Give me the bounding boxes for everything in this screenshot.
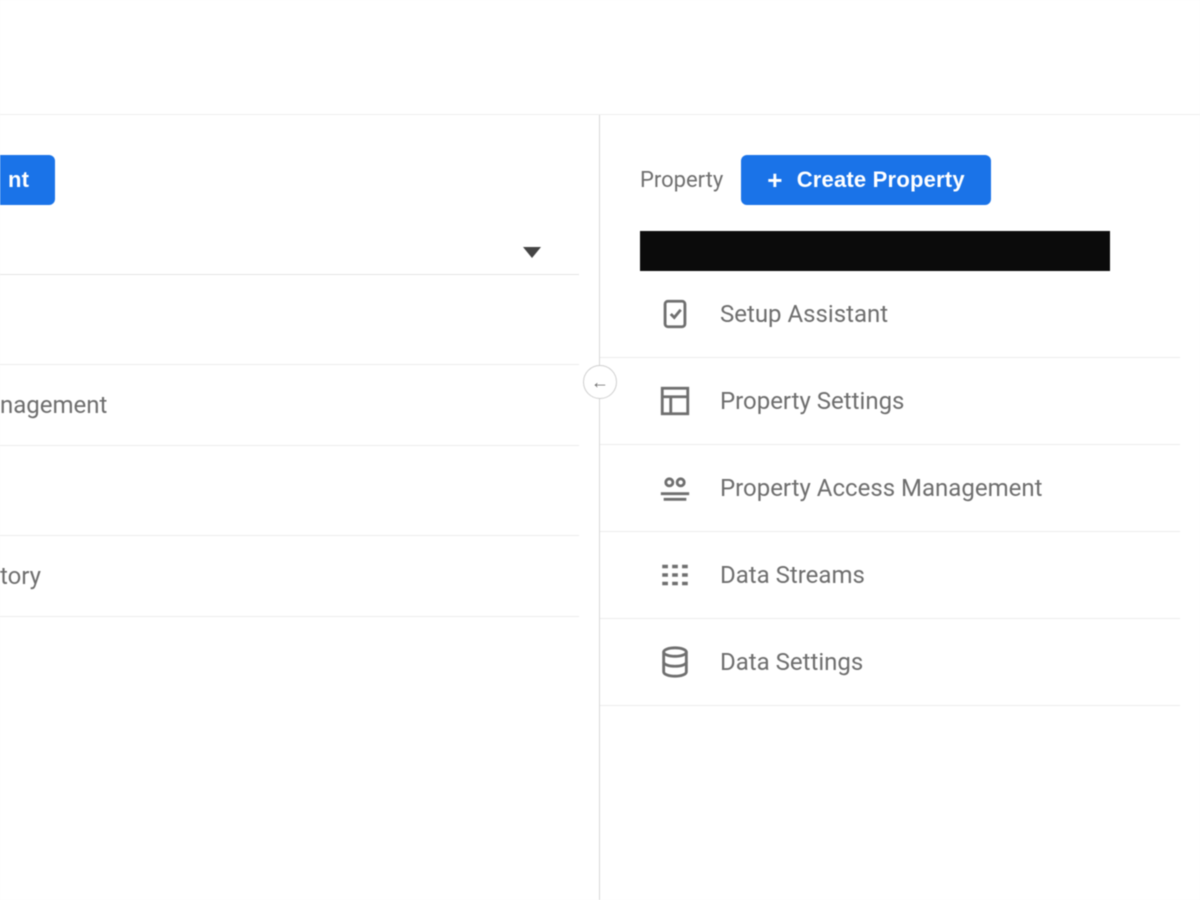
property-column-title: Property	[640, 168, 723, 193]
account-menu: nagement tory	[0, 275, 579, 617]
account-menu-item-management[interactable]: nagement	[0, 365, 579, 446]
streams-icon	[658, 558, 692, 592]
account-selector[interactable]	[0, 223, 579, 275]
account-column-header: nt	[0, 115, 579, 223]
arrow-left-icon: ←	[591, 372, 609, 393]
property-menu-property-settings[interactable]: Property Settings	[600, 358, 1180, 445]
account-menu-item[interactable]	[0, 275, 579, 365]
property-column: Property + Create Property Setup Assista…	[600, 115, 1200, 900]
top-bar	[0, 0, 1200, 115]
property-menu-data-streams[interactable]: Data Streams	[600, 532, 1180, 619]
admin-columns: ← nt nagement tory Property	[0, 115, 1200, 900]
menu-item-label: nagement	[0, 391, 107, 419]
menu-item-label: Data Streams	[720, 561, 865, 589]
property-menu-access-management[interactable]: Property Access Management	[600, 445, 1180, 532]
account-menu-item[interactable]	[0, 446, 579, 536]
chevron-down-icon	[523, 247, 541, 258]
property-column-header: Property + Create Property	[600, 115, 1180, 223]
menu-item-label: Setup Assistant	[720, 300, 888, 328]
collapse-toggle[interactable]: ←	[583, 365, 617, 399]
menu-item-label: Property Access Management	[720, 474, 1042, 502]
create-account-button-label: nt	[8, 167, 29, 193]
property-menu-setup-assistant[interactable]: Setup Assistant	[600, 271, 1180, 358]
create-property-button-label: Create Property	[797, 167, 965, 193]
account-column: nt nagement tory	[0, 115, 600, 900]
menu-item-label: tory	[0, 562, 41, 590]
property-menu: Setup Assistant Property Settings	[600, 271, 1180, 706]
create-property-button[interactable]: + Create Property	[741, 155, 990, 205]
account-menu-item-history[interactable]: tory	[0, 536, 579, 617]
layout-icon	[658, 384, 692, 418]
database-icon	[658, 645, 692, 679]
checkbox-icon	[658, 297, 692, 331]
people-icon	[658, 471, 692, 505]
menu-item-label: Property Settings	[720, 387, 904, 415]
menu-item-label: Data Settings	[720, 648, 863, 676]
property-name-redacted	[640, 231, 1110, 271]
property-menu-data-settings[interactable]: Data Settings	[600, 619, 1180, 706]
create-account-button[interactable]: nt	[0, 155, 55, 205]
